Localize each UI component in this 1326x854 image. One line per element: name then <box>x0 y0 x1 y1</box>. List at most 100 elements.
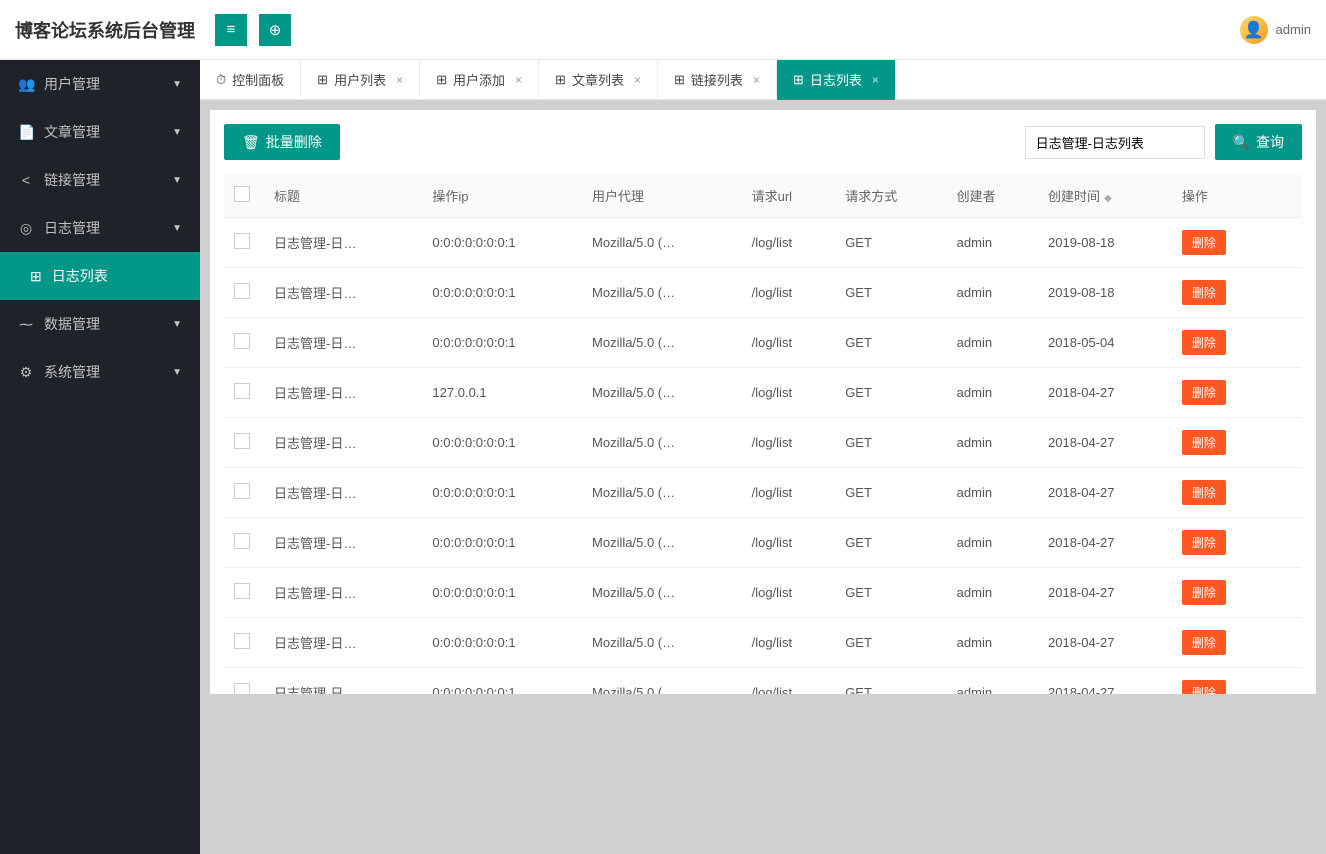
row-checkbox[interactable] <box>234 333 250 349</box>
cell-ip: 0:0:0:0:0:0:0:1 <box>422 318 582 368</box>
cell-method: GET <box>835 518 946 568</box>
globe-icon: ⊕ <box>269 21 282 39</box>
cell-creator: admin <box>947 368 1038 418</box>
row-checkbox[interactable] <box>234 683 250 694</box>
checkbox[interactable] <box>234 186 250 202</box>
cell-ip: 0:0:0:0:0:0:0:1 <box>422 418 582 468</box>
tab-2[interactable]: ⊞用户添加× <box>420 60 539 100</box>
menu-toggle-button[interactable]: ≡ <box>215 14 247 46</box>
batch-delete-button[interactable]: 🗑 批量删除 <box>224 124 340 160</box>
grid-icon: ⊞ <box>674 72 685 88</box>
cell-creator: admin <box>947 668 1038 695</box>
sidebar: 👥用户管理▼📄文章管理▼<链接管理▼◎日志管理▼⊞日志列表⁓数据管理▼⚙系统管理… <box>0 60 200 854</box>
cell-url: /log/list <box>742 268 836 318</box>
cell-ip: 0:0:0:0:0:0:0:1 <box>422 568 582 618</box>
delete-button[interactable]: 删除 <box>1182 430 1226 455</box>
search-input[interactable] <box>1025 126 1205 159</box>
user-name[interactable]: admin <box>1276 22 1311 37</box>
row-checkbox[interactable] <box>234 583 250 599</box>
tab-1[interactable]: ⊞ 用户列表 × <box>301 60 420 100</box>
batch-delete-label: 批量删除 <box>266 132 322 152</box>
cell-url: /log/list <box>742 518 836 568</box>
table-row: 日志管理-日… 127.0.0.1 Mozilla/5.0 (… /log/li… <box>224 368 1302 418</box>
row-checkbox[interactable] <box>234 633 250 649</box>
delete-button[interactable]: 删除 <box>1182 280 1226 305</box>
close-icon[interactable]: × <box>753 73 760 87</box>
delete-button[interactable]: 删除 <box>1182 630 1226 655</box>
chevron-down-icon: ▼ <box>172 319 182 330</box>
cell-title: 日志管理-日… <box>264 218 422 268</box>
col-header-0: 标题 <box>264 174 422 218</box>
table-row: 日志管理-日… 0:0:0:0:0:0:0:1 Mozilla/5.0 (… /… <box>224 218 1302 268</box>
sidebar-item-label: 链接管理 <box>44 170 100 190</box>
tabs-bar: ⏱控制面板⊞用户列表×⊞用户添加×⊞文章列表×⊞链接列表×⊞日志列表× <box>200 60 1326 100</box>
cell-title: 日志管理-日… <box>264 618 422 668</box>
cell-url: /log/list <box>742 418 836 468</box>
sidebar-item-2[interactable]: <链接管理▼ <box>0 156 200 204</box>
avatar[interactable]: 👤 <box>1240 16 1268 44</box>
log-table: 标题操作ip用户代理请求url请求方式创建者创建时间◆操作 日志管理-日… 0:… <box>224 174 1302 694</box>
row-checkbox[interactable] <box>234 283 250 299</box>
sidebar-item-1[interactable]: 📄文章管理▼ <box>0 108 200 156</box>
table-row: 日志管理-日… 0:0:0:0:0:0:0:1 Mozilla/5.0 (… /… <box>224 468 1302 518</box>
delete-button[interactable]: 删除 <box>1182 580 1226 605</box>
row-checkbox[interactable] <box>234 533 250 549</box>
query-button[interactable]: 🔍 查询 <box>1215 124 1302 160</box>
cell-ip: 0:0:0:0:0:0:0:1 <box>422 618 582 668</box>
gears-icon: ⚙ <box>18 364 34 381</box>
sidebar-item-label: 系统管理 <box>44 362 100 382</box>
close-icon[interactable]: × <box>515 73 522 87</box>
content-panel: 🗑 批量删除 🔍 查询 标题操作ip用户代理请求url请求方式创建者创建时间◆操… <box>210 110 1316 694</box>
sidebar-item-0[interactable]: 👥用户管理▼ <box>0 60 200 108</box>
cell-ua: Mozilla/5.0 (… <box>582 518 742 568</box>
cell-time: 2019-08-18 <box>1038 268 1172 318</box>
sidebar-item-4[interactable]: ⁓数据管理▼ <box>0 300 200 348</box>
target-icon: ◎ <box>18 220 34 237</box>
delete-button[interactable]: 删除 <box>1182 680 1226 694</box>
select-all-header[interactable] <box>224 174 264 218</box>
cell-ua: Mozilla/5.0 (… <box>582 468 742 518</box>
cell-method: GET <box>835 218 946 268</box>
cell-title: 日志管理-日… <box>264 518 422 568</box>
cell-method: GET <box>835 568 946 618</box>
cell-ip: 0:0:0:0:0:0:0:1 <box>422 468 582 518</box>
menu-icon: ≡ <box>227 21 236 38</box>
tab-label: 日志列表 <box>810 70 862 89</box>
tab-3[interactable]: ⊞文章列表× <box>539 60 658 100</box>
tab-4[interactable]: ⊞链接列表× <box>658 60 777 100</box>
tab-5[interactable]: ⊞日志列表× <box>777 60 896 100</box>
close-icon[interactable]: × <box>396 73 403 87</box>
cell-ua: Mozilla/5.0 (… <box>582 568 742 618</box>
cell-creator: admin <box>947 218 1038 268</box>
submenu-item-log-list[interactable]: ⊞日志列表 <box>0 252 200 300</box>
cell-time: 2018-04-27 <box>1038 668 1172 695</box>
chevron-down-icon: ▼ <box>172 175 182 186</box>
tab-0[interactable]: ⏱控制面板 <box>200 60 301 100</box>
delete-button[interactable]: 删除 <box>1182 230 1226 255</box>
header-left: 博客论坛系统后台管理 ≡ ⊕ <box>15 14 291 46</box>
cell-ua: Mozilla/5.0 (… <box>582 668 742 695</box>
close-icon[interactable]: × <box>634 73 641 87</box>
delete-button[interactable]: 删除 <box>1182 380 1226 405</box>
close-icon[interactable]: × <box>872 73 879 87</box>
table-row: 日志管理-日… 0:0:0:0:0:0:0:1 Mozilla/5.0 (… /… <box>224 318 1302 368</box>
sidebar-item-5[interactable]: ⚙系统管理▼ <box>0 348 200 396</box>
col-header-6[interactable]: 创建时间◆ <box>1038 174 1172 218</box>
cell-ua: Mozilla/5.0 (… <box>582 368 742 418</box>
cell-title: 日志管理-日… <box>264 368 422 418</box>
cell-time: 2019-08-18 <box>1038 218 1172 268</box>
delete-button[interactable]: 删除 <box>1182 480 1226 505</box>
header-right: 👤 admin <box>1240 16 1311 44</box>
row-checkbox[interactable] <box>234 433 250 449</box>
delete-button[interactable]: 删除 <box>1182 330 1226 355</box>
row-checkbox[interactable] <box>234 483 250 499</box>
cell-title: 日志管理-日… <box>264 318 422 368</box>
globe-button[interactable]: ⊕ <box>259 14 291 46</box>
table-row: 日志管理-日… 0:0:0:0:0:0:0:1 Mozilla/5.0 (… /… <box>224 568 1302 618</box>
row-checkbox[interactable] <box>234 383 250 399</box>
tab-label: 用户列表 <box>334 70 386 89</box>
delete-button[interactable]: 删除 <box>1182 530 1226 555</box>
row-checkbox[interactable] <box>234 233 250 249</box>
sidebar-item-3[interactable]: ◎日志管理▼ <box>0 204 200 252</box>
grid-icon: ⊞ <box>317 72 328 88</box>
